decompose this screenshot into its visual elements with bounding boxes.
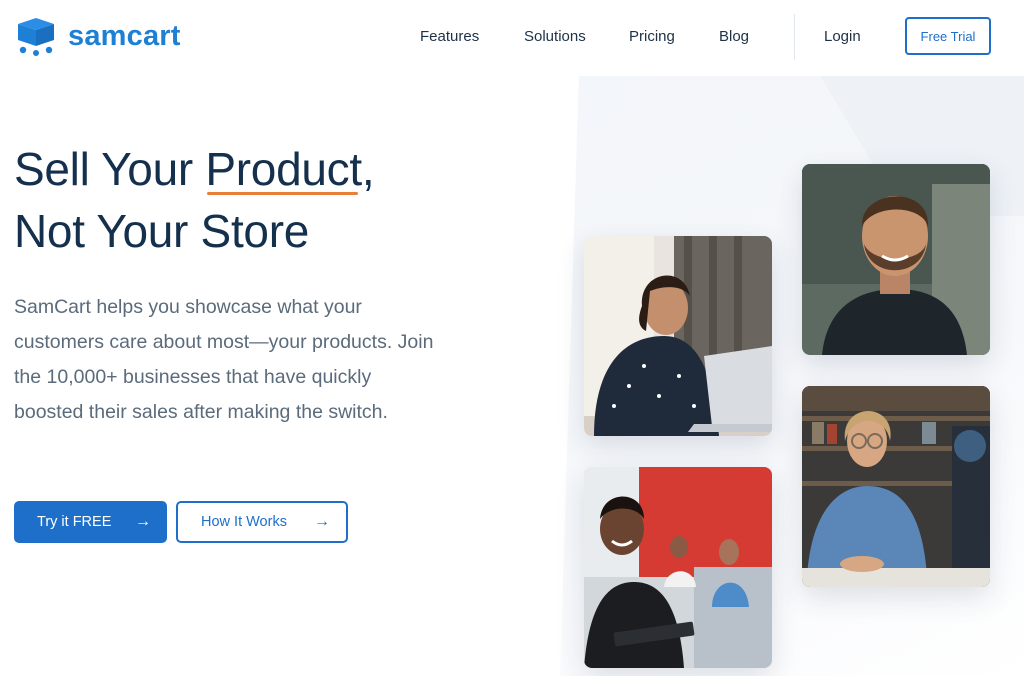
how-it-works-button[interactable]: How It Works → (176, 501, 348, 543)
try-free-button[interactable]: Try it FREE → (14, 501, 167, 543)
photo-woman-tablet (584, 467, 772, 668)
hero-headline: Sell Your Product, Not Your Store (14, 138, 375, 262)
nav-item-solutions[interactable]: Solutions (524, 28, 586, 45)
headline-part2: , (361, 143, 375, 195)
cart-box-icon (18, 18, 54, 56)
hero-subtext: SamCart helps you showcase what your cus… (14, 296, 434, 423)
headline-part1: Sell Your (14, 143, 206, 195)
photo-woman-laptop-image (584, 236, 772, 436)
how-it-works-label: How It Works (201, 514, 287, 530)
photo-woman-tablet-image (584, 467, 772, 668)
nav-item-features[interactable]: Features (420, 28, 479, 45)
brand-name: samcart (68, 19, 181, 52)
photo-man-glasses-image (802, 386, 990, 587)
headline-line2: Not Your Store (14, 205, 310, 257)
nav-item-pricing[interactable]: Pricing (629, 28, 675, 45)
samcart-logo[interactable]: samcart (14, 16, 181, 56)
login-link[interactable]: Login (824, 28, 861, 45)
free-trial-button[interactable]: Free Trial (905, 17, 991, 55)
photo-man-glasses (802, 386, 990, 587)
try-free-label: Try it FREE (37, 514, 112, 530)
headline-highlight: Product (205, 138, 362, 200)
nav-item-blog[interactable]: Blog (719, 28, 749, 45)
arrow-right-icon: → (314, 513, 330, 530)
nav-divider (794, 14, 795, 60)
headline-highlight-text: Product (205, 143, 362, 195)
photo-bearded-man (802, 164, 990, 355)
arrow-right-icon: → (135, 513, 151, 530)
headline-underline (207, 192, 358, 195)
photo-woman-laptop (584, 236, 772, 436)
photo-bearded-man-image (802, 164, 990, 355)
